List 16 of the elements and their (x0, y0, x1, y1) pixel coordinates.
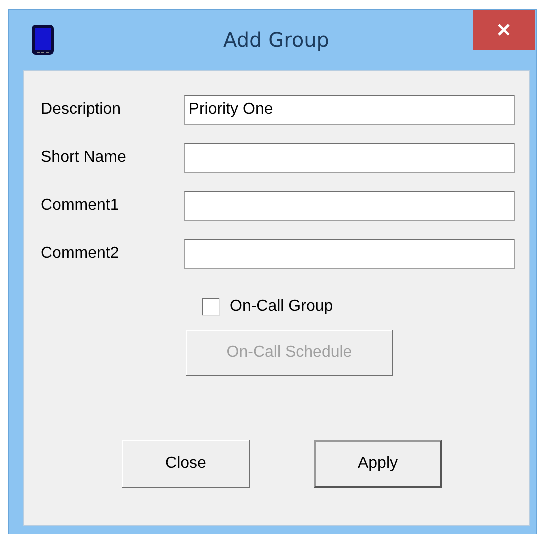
text-field[interactable] (184, 191, 515, 221)
close-button[interactable] (473, 10, 535, 50)
field-label: Description (41, 101, 122, 119)
window-title: Add Group (224, 28, 330, 52)
checkbox-label: On-Call Group (230, 298, 334, 316)
phone-icon (31, 24, 55, 56)
checkbox[interactable] (202, 298, 220, 316)
text-field[interactable] (184, 143, 515, 173)
dialog-button[interactable]: Close (122, 440, 250, 488)
field-label: Comment1 (41, 197, 120, 215)
close-icon (497, 23, 511, 37)
field-label: Short Name (41, 149, 128, 167)
field-label: Comment2 (41, 245, 120, 263)
dialog-button[interactable]: Apply (314, 440, 442, 488)
text-field[interactable] (184, 239, 515, 269)
text-field[interactable]: Priority One (184, 95, 515, 125)
